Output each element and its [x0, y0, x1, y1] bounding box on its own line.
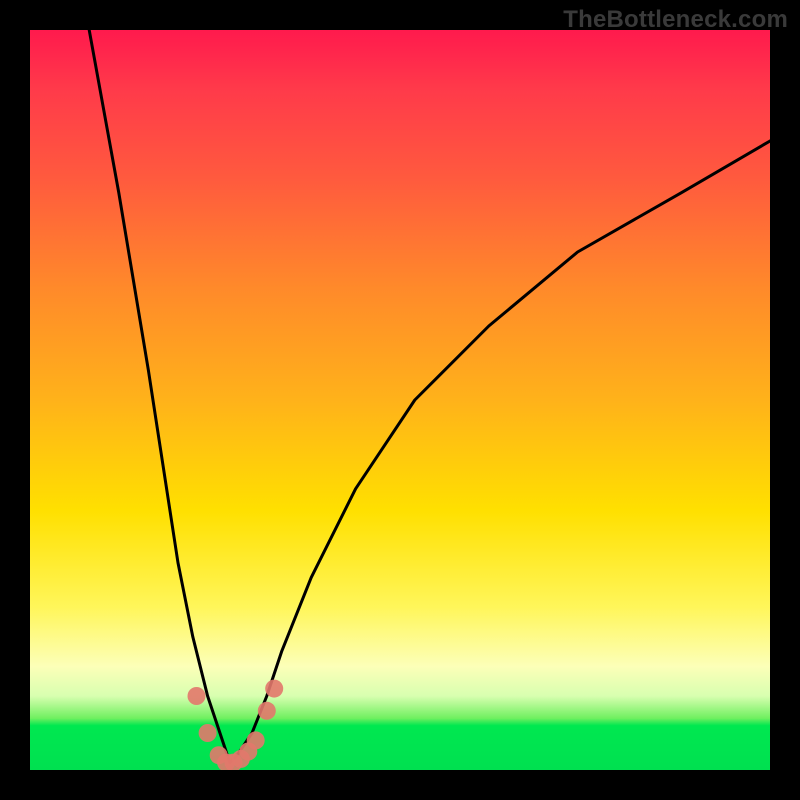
curve-sample-dot [247, 731, 265, 749]
curve-sample-dot [265, 680, 283, 698]
plot-area [30, 30, 770, 770]
curve-sample-dots [188, 680, 284, 770]
curve-sample-dot [188, 687, 206, 705]
chart-svg [30, 30, 770, 770]
curve-sample-dot [199, 724, 217, 742]
chart-frame: TheBottleneck.com [0, 0, 800, 800]
bottleneck-curve [89, 30, 770, 763]
curve-sample-dot [258, 702, 276, 720]
